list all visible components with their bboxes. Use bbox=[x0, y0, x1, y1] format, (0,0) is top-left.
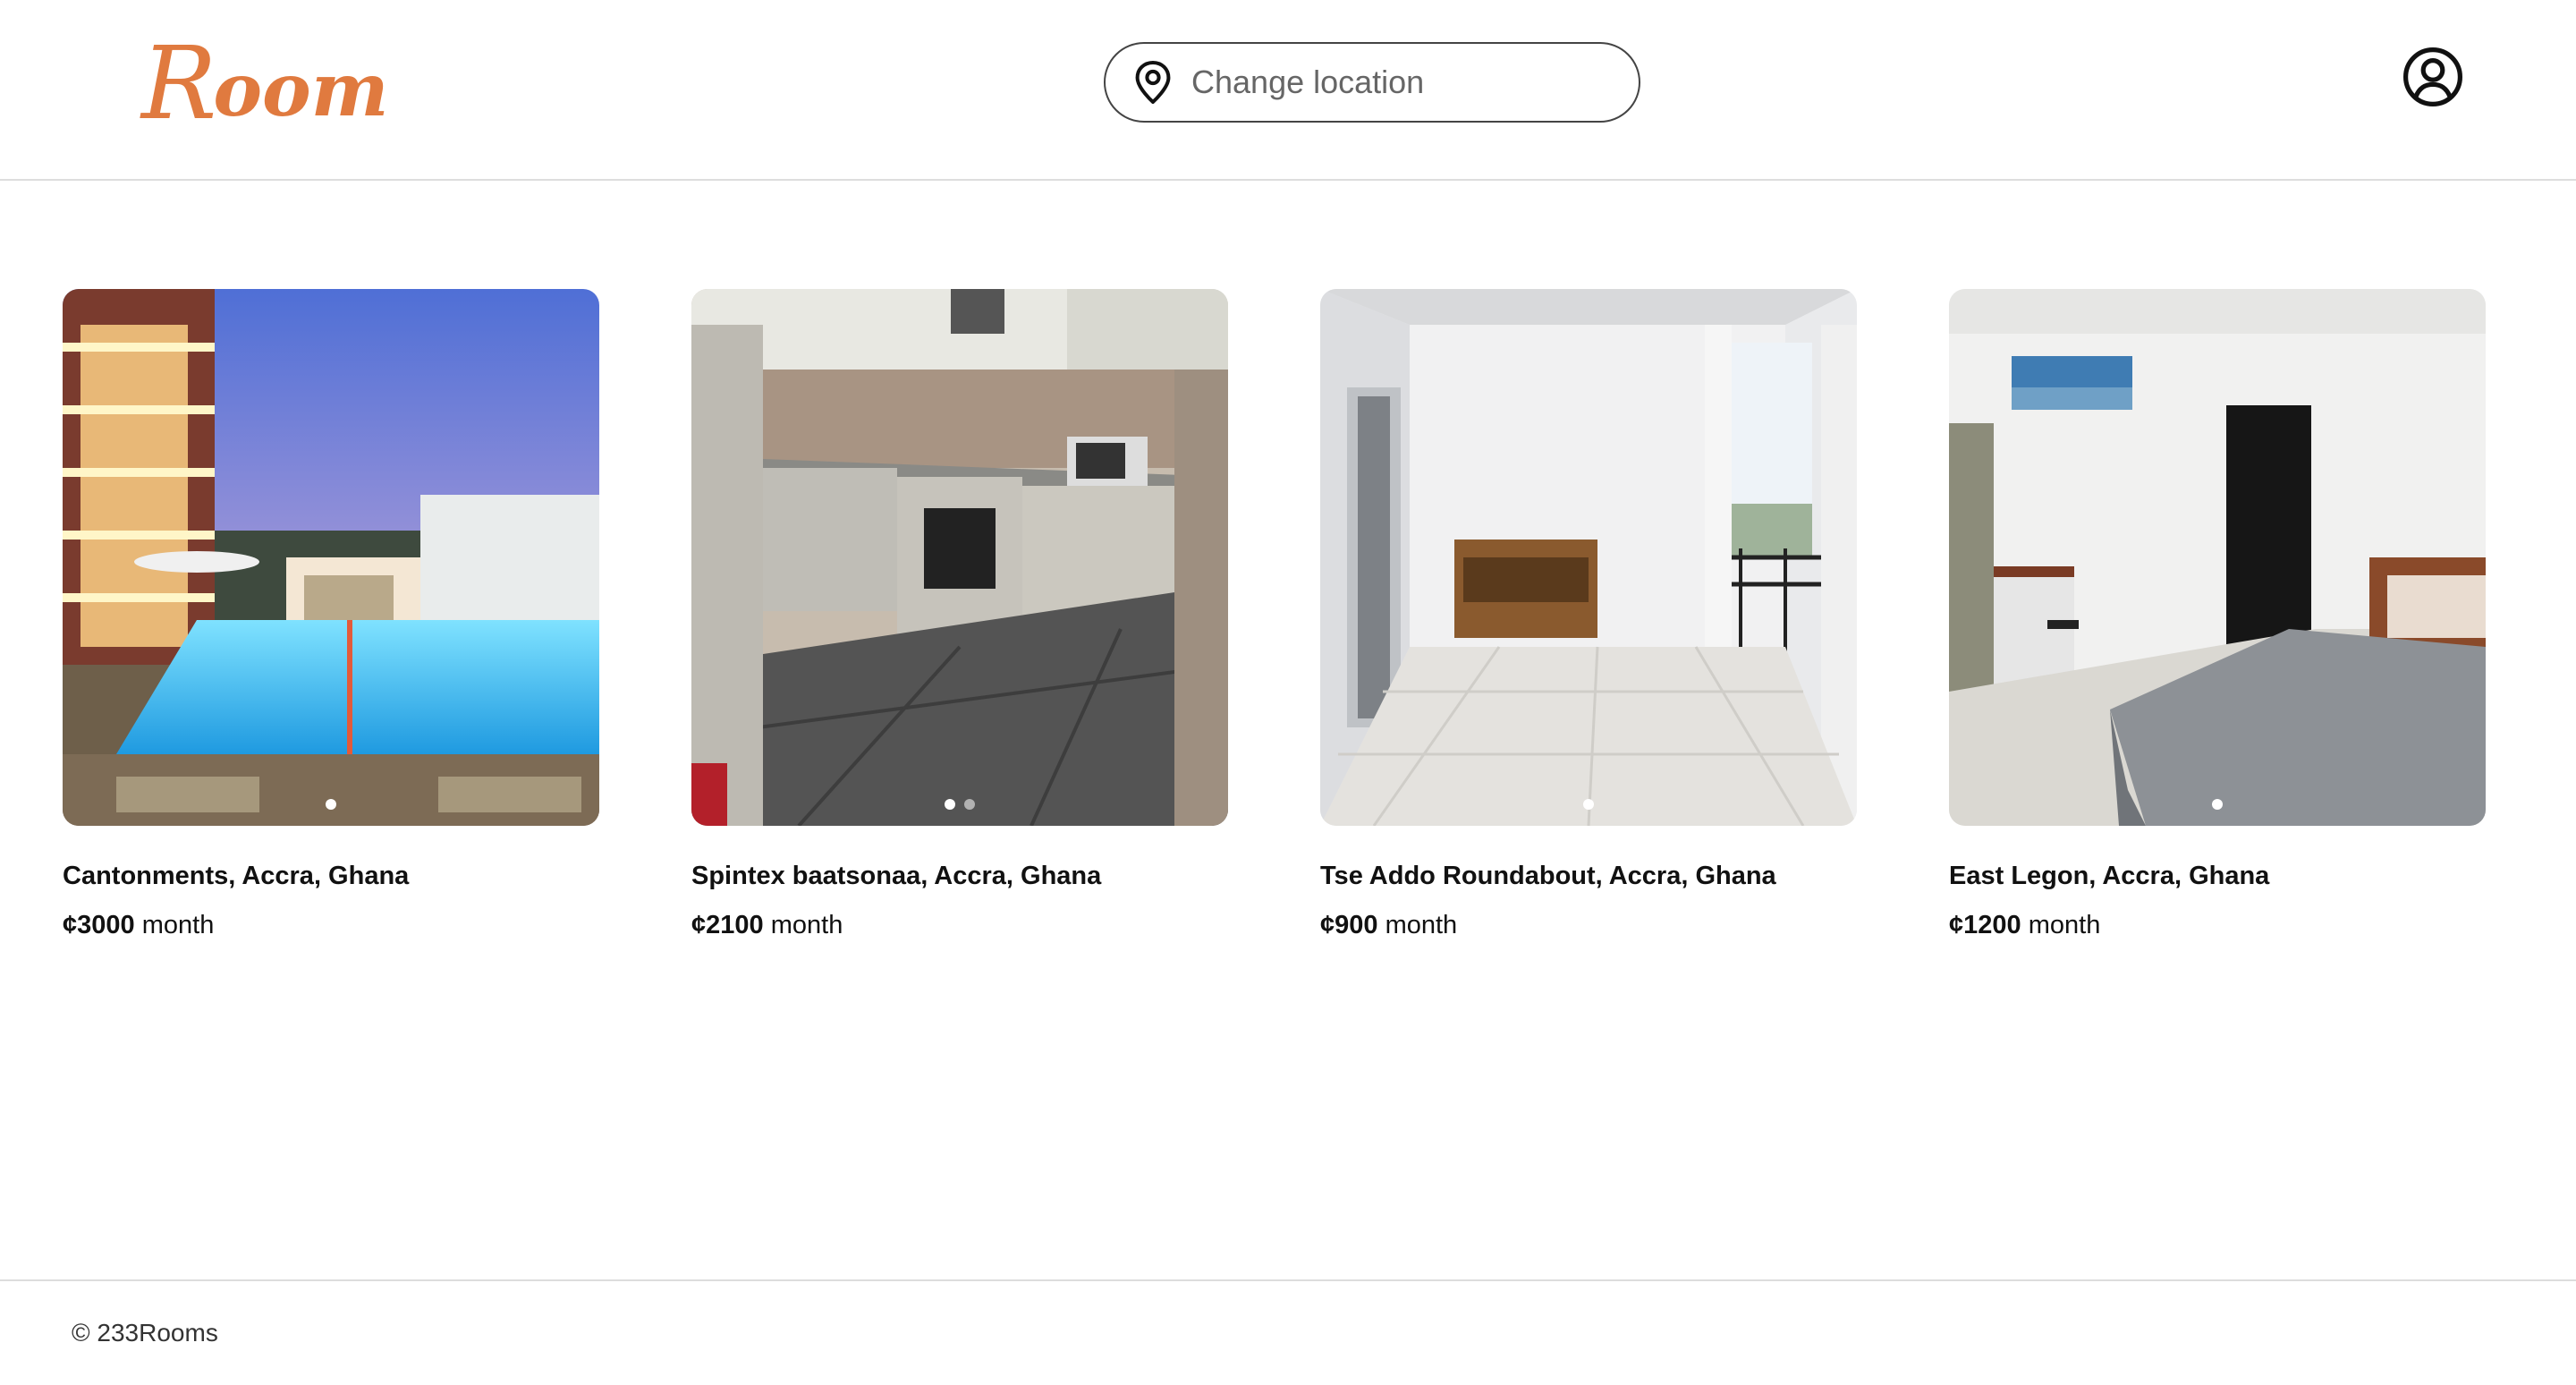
listing-price: ¢3000 month bbox=[63, 911, 599, 940]
pool-photo bbox=[63, 289, 599, 826]
top-header: R oom bbox=[0, 0, 2576, 181]
logo-initial: R bbox=[141, 26, 217, 142]
bedroom-photo bbox=[1949, 289, 2486, 826]
carousel-dot[interactable] bbox=[1583, 799, 1594, 810]
price-amount: ¢1200 bbox=[1949, 911, 2021, 939]
page-footer: © 233Rooms bbox=[0, 1279, 2576, 1385]
listing-price: ¢2100 month bbox=[691, 911, 1228, 940]
listing-location: Cantonments, Accra, Ghana bbox=[63, 862, 410, 890]
account-button[interactable] bbox=[2401, 47, 2465, 111]
listing-card[interactable]: Spintex baatsonaa, Accra, Ghana ¢2100 mo… bbox=[691, 289, 1228, 940]
listing-price: ¢900 month bbox=[1320, 911, 1857, 940]
listing-location: Tse Addo Roundabout, Accra, Ghana bbox=[1320, 862, 1776, 890]
photo-carousel-dots[interactable] bbox=[691, 799, 1228, 810]
listing-location: East Legon, Accra, Ghana bbox=[1949, 862, 2270, 890]
listing-location: Spintex baatsonaa, Accra, Ghana bbox=[691, 862, 1102, 890]
price-unit: month bbox=[770, 911, 843, 939]
listing-price: ¢1200 month bbox=[1949, 911, 2486, 940]
brand-logo[interactable]: R oom bbox=[141, 27, 388, 134]
carousel-dot[interactable] bbox=[2212, 799, 2223, 810]
price-amount: ¢3000 bbox=[63, 911, 135, 939]
listing-photo[interactable] bbox=[1949, 289, 2486, 826]
carousel-dot[interactable] bbox=[945, 799, 955, 810]
photo-carousel-dots[interactable] bbox=[1320, 799, 1857, 810]
price-unit: month bbox=[2028, 911, 2101, 939]
photo-carousel-dots[interactable] bbox=[1949, 799, 2486, 810]
listing-photo[interactable] bbox=[691, 289, 1228, 826]
location-pin-icon bbox=[1132, 59, 1174, 106]
listing-card[interactable]: Cantonments, Accra, Ghana ¢3000 month bbox=[63, 289, 599, 940]
kitchen-photo bbox=[691, 289, 1228, 826]
listing-grid: Cantonments, Accra, Ghana ¢3000 month Sp… bbox=[63, 289, 2486, 940]
balcony-photo bbox=[1320, 289, 1857, 826]
listing-card[interactable]: Tse Addo Roundabout, Accra, Ghana ¢900 m… bbox=[1320, 289, 1857, 940]
listing-card[interactable]: East Legon, Accra, Ghana ¢1200 month bbox=[1949, 289, 2486, 940]
price-unit: month bbox=[141, 911, 215, 939]
user-circle-icon bbox=[2402, 47, 2463, 112]
price-amount: ¢2100 bbox=[691, 911, 764, 939]
listing-photo[interactable] bbox=[63, 289, 599, 826]
location-search[interactable] bbox=[1104, 42, 1640, 123]
location-search-input[interactable] bbox=[1191, 64, 1621, 101]
carousel-dot[interactable] bbox=[326, 799, 336, 810]
price-unit: month bbox=[1385, 911, 1458, 939]
carousel-dot[interactable] bbox=[964, 799, 975, 810]
logo-text: oom bbox=[213, 47, 389, 133]
photo-carousel-dots[interactable] bbox=[63, 799, 599, 810]
listing-photo[interactable] bbox=[1320, 289, 1857, 826]
price-amount: ¢900 bbox=[1320, 911, 1378, 939]
copyright-text: © 233Rooms bbox=[72, 1319, 218, 1347]
